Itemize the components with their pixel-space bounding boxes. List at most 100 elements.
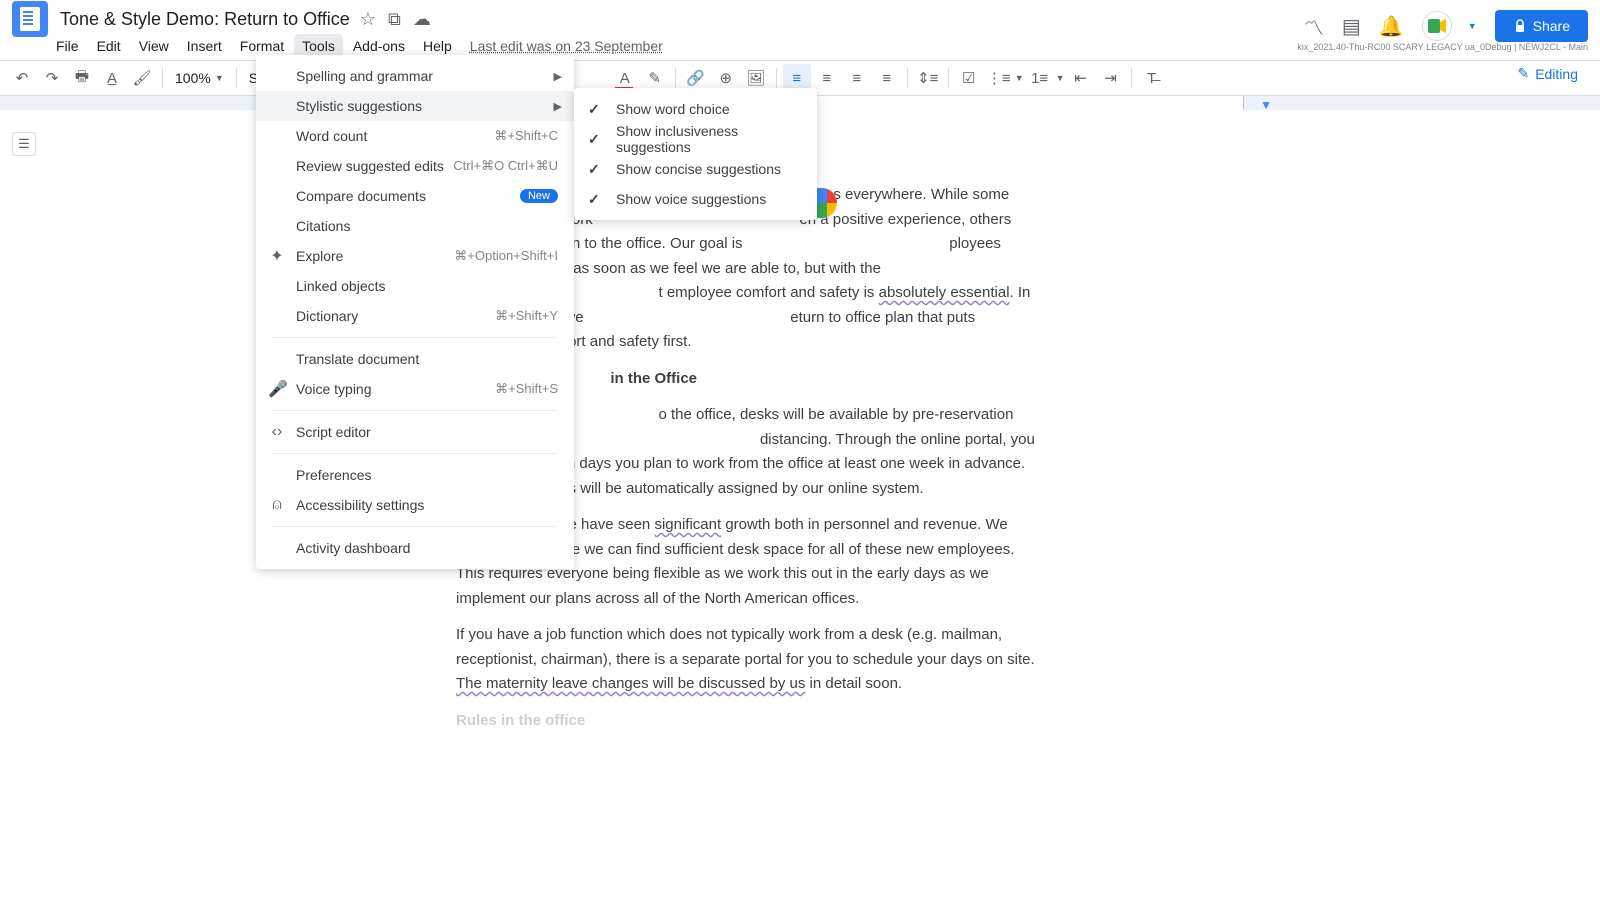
menu-item-label: Voice typing <box>296 381 372 397</box>
spellcheck-icon[interactable]: A̲ <box>98 64 126 92</box>
editing-mode-button[interactable]: ✎ Editing <box>1507 61 1588 86</box>
print-icon[interactable]: 🖶 <box>68 64 96 92</box>
share-button[interactable]: Share <box>1495 10 1588 42</box>
submenu-item-show-word-choice[interactable]: ✓Show word choice <box>574 94 817 124</box>
menu-view[interactable]: View <box>131 34 177 58</box>
separator <box>776 68 777 88</box>
menu-item-label: Linked objects <box>296 278 386 294</box>
tools-item-translate-document[interactable]: Translate document <box>256 344 574 374</box>
keyboard-shortcut: ⌘+Shift+Y <box>495 308 558 324</box>
document-title[interactable]: Tone & Style Demo: Return to Office <box>60 9 350 30</box>
tools-item-preferences[interactable]: Preferences <box>256 460 574 490</box>
separator <box>1131 68 1132 88</box>
activity-trend-icon[interactable]: 〽 <box>1304 12 1324 41</box>
keyboard-shortcut: ⌘+Shift+C <box>494 128 558 144</box>
menu-lead-icon: ✦ <box>268 246 286 266</box>
menu-item-label: Stylistic suggestions <box>296 98 422 114</box>
check-icon: ✓ <box>588 191 600 208</box>
tools-item-review-suggested-edits[interactable]: Review suggested editsCtrl+⌘O Ctrl+⌘U <box>256 151 574 181</box>
clear-formatting-icon[interactable]: T̶ <box>1138 64 1166 92</box>
separator <box>675 68 676 88</box>
last-edit-link[interactable]: Last edit was on 23 September <box>470 38 663 54</box>
meet-dropdown-icon[interactable]: ▼ <box>1468 21 1477 31</box>
menu-item-label: Spelling and grammar <box>296 68 433 84</box>
menu-item-label: Activity dashboard <box>296 540 410 556</box>
submenu-arrow-icon: ▶ <box>554 100 562 113</box>
stylistic-submenu: ✓Show word choice ✓ Show inclusiveness sug… <box>574 88 817 220</box>
tools-item-explore[interactable]: ✦Explore⌘+Option+Shift+I <box>256 241 574 271</box>
numbered-list-dropdown-icon[interactable]: ▼ <box>1056 73 1065 83</box>
menu-item-label: Citations <box>296 218 350 234</box>
tools-item-accessibility-settings[interactable]: ⍝ Accessibility settings <box>256 490 574 520</box>
separator <box>272 410 558 411</box>
menu-insert[interactable]: Insert <box>179 34 230 58</box>
tab-marker-icon[interactable]: ▼ <box>1260 98 1272 112</box>
redo-icon[interactable]: ↷ <box>38 64 66 92</box>
menu-lead-icon: ‹› <box>268 423 286 441</box>
submenu-arrow-icon: ▶ <box>554 70 562 83</box>
menu-item-label: Accessibility settings <box>296 497 424 513</box>
tools-item-spelling-and-grammar[interactable]: Spelling and grammar ▶ <box>256 61 574 91</box>
submenu-item-show-concise-suggestions[interactable]: ✓ Show concise suggestions <box>574 154 817 184</box>
tools-dropdown: Spelling and grammar▶Stylistic suggestio… <box>256 55 574 569</box>
align-justify-icon[interactable]: ≡ <box>873 64 901 92</box>
tools-item-dictionary[interactable]: Dictionary ⌘+Shift+Y <box>256 301 574 331</box>
tools-item-activity-dashboard[interactable]: Activity dashboard <box>256 533 574 563</box>
outline-toggle-icon[interactable]: ☰ <box>12 132 36 156</box>
bulleted-list-dropdown-icon[interactable]: ▼ <box>1015 73 1024 83</box>
menu-item-label: Preferences <box>296 467 371 483</box>
doc-paragraph[interactable]: If you have a job function which does no… <box>456 623 1036 697</box>
undo-icon[interactable]: ↶ <box>8 64 36 92</box>
increase-indent-icon[interactable]: ⇥ <box>1097 64 1125 92</box>
submenu-item-show-voice-suggestions[interactable]: ✓ Show voice suggestions <box>574 184 817 214</box>
line-spacing-icon[interactable]: ⇕≡ <box>914 64 942 92</box>
docs-logo-icon[interactable] <box>12 1 48 37</box>
pencil-icon: ✎ <box>1517 65 1529 82</box>
tools-item-compare-documents[interactable]: Compare documentsNew <box>256 181 574 211</box>
check-icon: ✓ <box>588 131 600 148</box>
tools-item-voice-typing[interactable]: 🎤Voice typing⌘+Shift+S <box>256 374 574 404</box>
bulleted-list-icon[interactable]: ⋮≡ <box>985 64 1013 92</box>
submenu-label: Show voice suggestions <box>616 191 766 207</box>
align-right-icon[interactable]: ≡ <box>843 64 871 92</box>
meet-icon[interactable] <box>1422 11 1452 41</box>
submenu-label: Show concise suggestions <box>616 161 781 177</box>
zoom-select[interactable]: 100%▼ <box>169 70 230 86</box>
separator <box>907 68 908 88</box>
cloud-status-icon[interactable]: ☁ <box>413 9 431 30</box>
separator <box>162 68 163 88</box>
menu-item-label: Script editor <box>296 424 371 440</box>
keyboard-shortcut: ⌘+Option+Shift+I <box>454 248 558 264</box>
align-center-icon[interactable]: ≡ <box>813 64 841 92</box>
menu-item-label: Dictionary <box>296 308 358 324</box>
comments-icon[interactable]: ▤ <box>1342 14 1361 39</box>
build-tag: kix_2021.40-Thu-RC00 SCARY LEGACY ua_0De… <box>1297 42 1588 52</box>
star-icon[interactable]: ☆ <box>360 9 376 30</box>
checklist-icon[interactable]: ☑ <box>955 64 983 92</box>
menu-file[interactable]: File <box>48 34 87 58</box>
numbered-list-icon[interactable]: 1≡ <box>1026 64 1054 92</box>
menu-edit[interactable]: Edit <box>89 34 129 58</box>
menu-item-label: Compare documents <box>296 188 426 204</box>
notifications-icon[interactable]: 🔔 <box>1379 14 1404 39</box>
paint-format-icon[interactable]: 🖌 <box>128 64 156 92</box>
separator <box>272 453 558 454</box>
decrease-indent-icon[interactable]: ⇤ <box>1067 64 1095 92</box>
submenu-item-show-inclusiveness-suggestions[interactable]: ✓ Show inclusiveness suggestions <box>574 124 817 154</box>
move-icon[interactable]: ⧉ <box>388 9 401 30</box>
tools-item-linked-objects[interactable]: Linked objects <box>256 271 574 301</box>
check-icon: ✓ <box>588 161 600 178</box>
tools-item-citations[interactable]: Citations <box>256 211 574 241</box>
tools-item-script-editor[interactable]: ‹› Script editor <box>256 417 574 447</box>
separator <box>272 337 558 338</box>
editing-label: Editing <box>1535 66 1578 82</box>
separator <box>948 68 949 88</box>
menu-item-label: Translate document <box>296 351 419 367</box>
doc-heading[interactable]: Rules in the office <box>456 709 1036 734</box>
tools-item-stylistic-suggestions[interactable]: Stylistic suggestions ▶ <box>256 91 574 121</box>
submenu-label: Show inclusiveness suggestions <box>616 123 801 155</box>
keyboard-shortcut: ⌘+Shift+S <box>495 381 558 397</box>
share-label: Share <box>1533 18 1570 34</box>
tools-item-word-count[interactable]: Word count⌘+Shift+C <box>256 121 574 151</box>
menu-lead-icon: ⍝ <box>268 496 286 514</box>
